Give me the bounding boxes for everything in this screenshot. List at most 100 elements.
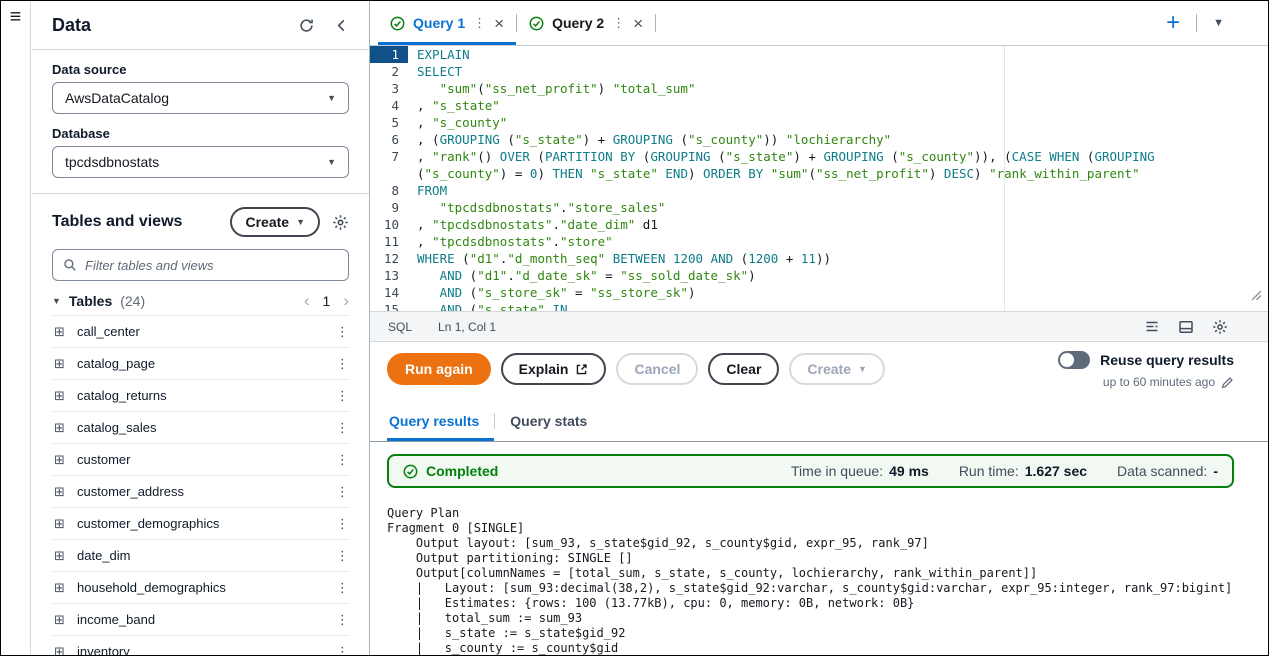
table-kebab-icon[interactable]: ⋮ — [336, 516, 349, 532]
expand-table-icon[interactable]: ⊞ — [52, 516, 67, 532]
tab-query-stats[interactable]: Query stats — [495, 401, 602, 441]
table-kebab-icon[interactable]: ⋮ — [336, 452, 349, 468]
editor-line[interactable]: 9 "tpcdsdbnostats"."store_sales" — [370, 199, 1268, 216]
expand-table-icon[interactable]: ⊞ — [52, 484, 67, 500]
tables-expand-caret-icon[interactable]: ▼ — [52, 296, 61, 306]
table-row[interactable]: ⊞ household_demographics ⋮ — [52, 572, 349, 604]
tab-list-caret-icon[interactable]: ▼ — [1213, 17, 1224, 29]
expand-table-icon[interactable]: ⊞ — [52, 644, 67, 656]
table-row[interactable]: ⊞ catalog_page ⋮ — [52, 348, 349, 380]
table-name[interactable]: customer — [77, 452, 326, 467]
expand-table-icon[interactable]: ⊞ — [52, 452, 67, 468]
tab-close-icon[interactable]: × — [494, 15, 504, 32]
next-page-icon[interactable]: › — [343, 292, 349, 309]
table-kebab-icon[interactable]: ⋮ — [336, 388, 349, 404]
table-name[interactable]: inventory — [77, 644, 326, 655]
editor-line[interactable]: 14 AND ("s_store_sk" = "ss_store_sk") — [370, 284, 1268, 301]
database-label: Database — [52, 126, 110, 141]
table-kebab-icon[interactable]: ⋮ — [336, 580, 349, 596]
code-text: AND ("d1"."d_date_sk" = "ss_sold_date_sk… — [439, 268, 756, 283]
editor-line[interactable]: 7 , "rank"() OVER (PARTITION BY (GROUPING… — [370, 148, 1268, 182]
table-row[interactable]: ⊞ inventory ⋮ — [52, 636, 349, 656]
sql-editor[interactable]: 1 EXPLAIN 2 SELECT 3 "sum"("ss_net_profit") … — [370, 46, 1268, 311]
format-sql-icon[interactable] — [1144, 319, 1160, 335]
code-text: EXPLAIN — [417, 47, 470, 62]
page-number[interactable]: 1 — [323, 293, 331, 309]
explain-button[interactable]: Explain — [500, 353, 607, 385]
table-row[interactable]: ⊞ customer_demographics ⋮ — [52, 508, 349, 540]
editor-settings-gear-icon[interactable] — [1212, 319, 1228, 335]
editor-line[interactable]: 12 WHERE ("d1"."d_month_seq" BETWEEN 1200… — [370, 250, 1268, 267]
line-number: 9 — [391, 200, 399, 215]
expand-table-icon[interactable]: ⊞ — [52, 356, 67, 372]
table-kebab-icon[interactable]: ⋮ — [336, 484, 349, 500]
editor-line[interactable]: 8 FROM — [370, 182, 1268, 199]
tab-query-1[interactable]: Query 1 ⋮ × — [378, 1, 516, 45]
expand-table-icon[interactable]: ⊞ — [52, 388, 67, 404]
filter-tables-input[interactable] — [85, 257, 338, 273]
table-name[interactable]: catalog_returns — [77, 388, 326, 403]
tab-close-icon[interactable]: × — [633, 15, 643, 32]
tab-query-2[interactable]: Query 2 ⋮ × — [517, 1, 655, 45]
expand-table-icon[interactable]: ⊞ — [52, 548, 67, 564]
table-kebab-icon[interactable]: ⋮ — [336, 420, 349, 436]
previous-page-icon[interactable]: ‹ — [304, 292, 310, 309]
table-row[interactable]: ⊞ customer ⋮ — [52, 444, 349, 476]
table-name[interactable]: customer_address — [77, 484, 326, 499]
table-row[interactable]: ⊞ catalog_sales ⋮ — [52, 412, 349, 444]
table-name[interactable]: household_demographics — [77, 580, 326, 595]
tab-kebab-icon[interactable]: ⋮ — [473, 15, 486, 31]
table-name[interactable]: date_dim — [77, 548, 326, 563]
editor-line[interactable]: 1 EXPLAIN — [370, 46, 1268, 63]
editor-line[interactable]: 3 "sum"("ss_net_profit") "total_sum" — [370, 80, 1268, 97]
expand-table-icon[interactable]: ⊞ — [52, 580, 67, 596]
reuse-results-toggle[interactable] — [1058, 351, 1091, 369]
editor-line[interactable]: 5 , "s_county" — [370, 114, 1268, 131]
table-name[interactable]: customer_demographics — [77, 516, 326, 531]
table-name[interactable]: catalog_page — [77, 356, 326, 371]
split-panel-icon[interactable] — [1178, 319, 1194, 335]
edit-pencil-icon[interactable] — [1221, 376, 1234, 389]
editor-line[interactable]: 15 AND ("s_state" IN — [370, 301, 1268, 311]
filter-tables-field — [52, 249, 349, 281]
create-button[interactable]: Create ▼ — [230, 207, 320, 237]
table-name[interactable]: call_center — [77, 324, 326, 339]
table-row[interactable]: ⊞ call_center ⋮ — [52, 316, 349, 348]
table-kebab-icon[interactable]: ⋮ — [336, 324, 349, 340]
expand-table-icon[interactable]: ⊞ — [52, 324, 67, 340]
cancel-button[interactable]: Cancel — [616, 353, 699, 385]
run-again-button[interactable]: Run again — [387, 353, 491, 385]
tab-query-results[interactable]: Query results — [387, 401, 494, 441]
reuse-toggle-row: Reuse query results — [1058, 351, 1234, 369]
table-kebab-icon[interactable]: ⋮ — [336, 356, 349, 372]
table-name[interactable]: catalog_sales — [77, 420, 326, 435]
clear-button[interactable]: Clear — [708, 353, 780, 385]
table-row[interactable]: ⊞ income_band ⋮ — [52, 604, 349, 636]
data-source-select[interactable]: AwsDataCatalog ▼ — [52, 82, 349, 114]
database-select[interactable]: tpcdsdbnostats ▼ — [52, 146, 349, 178]
settings-gear-icon[interactable] — [332, 214, 349, 231]
editor-line[interactable]: 2 SELECT — [370, 63, 1268, 80]
table-kebab-icon[interactable]: ⋮ — [336, 548, 349, 564]
editor-line[interactable]: 10 , "tpcdsdbnostats"."date_dim" d1 — [370, 216, 1268, 233]
new-query-tab-icon[interactable]: + — [1166, 11, 1180, 35]
table-row[interactable]: ⊞ date_dim ⋮ — [52, 540, 349, 572]
table-kebab-icon[interactable]: ⋮ — [336, 612, 349, 628]
editor-line[interactable]: 4 , "s_state" — [370, 97, 1268, 114]
table-kebab-icon[interactable]: ⋮ — [336, 644, 349, 656]
editor-resize-handle[interactable] — [1251, 288, 1262, 305]
tab-kebab-icon[interactable]: ⋮ — [612, 15, 625, 31]
refresh-icon[interactable] — [299, 18, 314, 33]
hamburger-menu-icon[interactable]: ≡ — [6, 7, 26, 27]
expand-table-icon[interactable]: ⊞ — [52, 420, 67, 436]
editor-line[interactable]: 6 , (GROUPING ("s_state") + GROUPING ("s_… — [370, 131, 1268, 148]
editor-line[interactable]: 11 , "tpcdsdbnostats"."store" — [370, 233, 1268, 250]
expand-table-icon[interactable]: ⊞ — [52, 612, 67, 628]
table-row[interactable]: ⊞ customer_address ⋮ — [52, 476, 349, 508]
code-text: WHERE ("d1"."d_month_seq" BETWEEN 1200 A… — [417, 251, 832, 266]
create-dropdown-button[interactable]: Create ▼ — [789, 353, 885, 385]
editor-line[interactable]: 13 AND ("d1"."d_date_sk" = "ss_sold_date… — [370, 267, 1268, 284]
table-name[interactable]: income_band — [77, 612, 326, 627]
collapse-sidebar-icon[interactable] — [334, 18, 349, 33]
table-row[interactable]: ⊞ catalog_returns ⋮ — [52, 380, 349, 412]
